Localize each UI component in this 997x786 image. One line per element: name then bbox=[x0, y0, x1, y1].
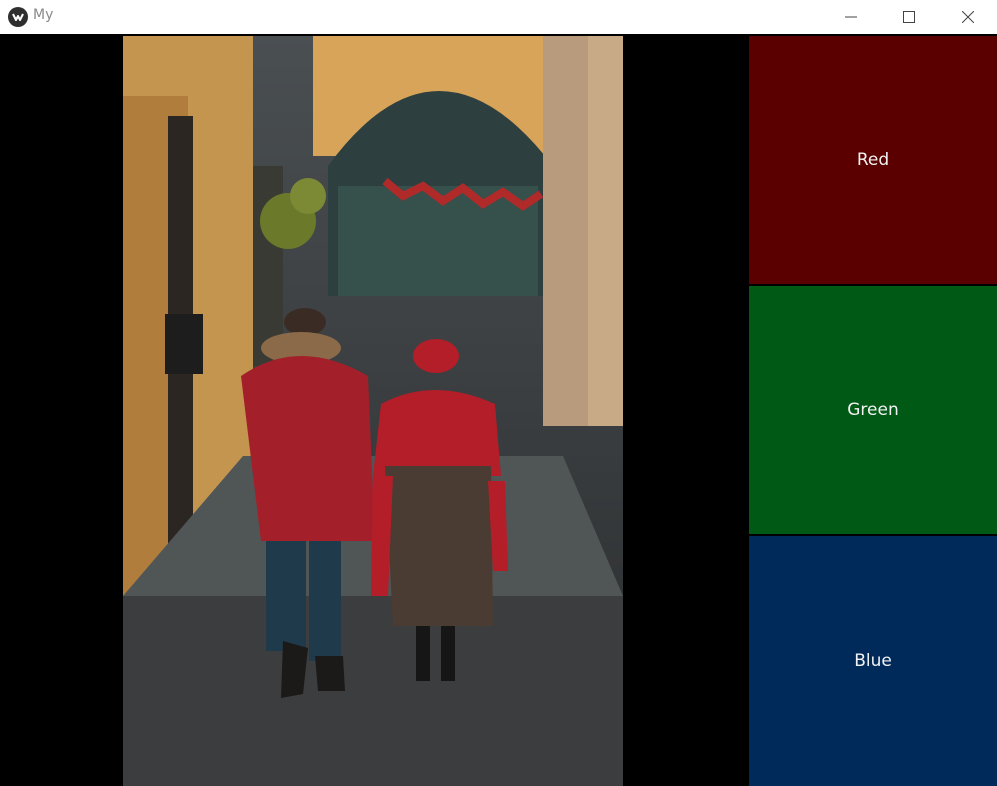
green-button[interactable]: Green bbox=[749, 286, 997, 534]
red-button-label: Red bbox=[856, 150, 890, 170]
minimize-button[interactable] bbox=[822, 0, 880, 34]
close-icon bbox=[962, 11, 974, 23]
close-button[interactable] bbox=[939, 0, 997, 34]
minimize-icon bbox=[845, 16, 857, 18]
maximize-button[interactable] bbox=[880, 0, 938, 34]
kivy-logo-icon bbox=[8, 7, 28, 27]
window-title: My bbox=[33, 7, 54, 23]
photo bbox=[123, 36, 623, 786]
green-button-label: Green bbox=[847, 400, 899, 420]
app-content: Red Green Blue bbox=[0, 34, 997, 786]
blue-button-label: Blue bbox=[854, 651, 892, 671]
maximize-icon bbox=[903, 11, 915, 23]
red-button[interactable]: Red bbox=[749, 36, 997, 284]
blue-button[interactable]: Blue bbox=[749, 536, 997, 786]
title-bar: My bbox=[0, 0, 997, 34]
